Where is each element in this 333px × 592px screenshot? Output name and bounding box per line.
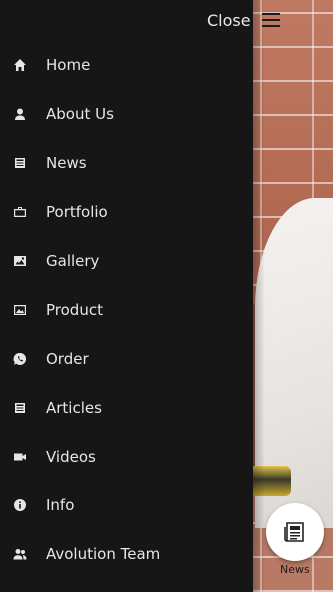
menu-item-label: Gallery: [46, 252, 100, 270]
menu-item-label: Order: [46, 349, 89, 368]
menu-item-label: Portfolio: [46, 203, 108, 222]
menu-item-gallery[interactable]: Gallery: [0, 237, 253, 286]
drawer-shadow: [253, 0, 265, 592]
menu-item-order[interactable]: Order: [0, 334, 253, 383]
menu-item-home[interactable]: Home: [0, 41, 253, 90]
whatsapp-icon: [13, 352, 27, 366]
menu-item-avolution-team[interactable]: Avolution Team: [0, 530, 253, 579]
drawer-menu: Home About Us News Portfolio Gallery Pro…: [0, 41, 253, 579]
menu-item-news[interactable]: News: [0, 139, 253, 188]
app-screen: Home About Us News Portfolio Gallery Pro…: [0, 0, 333, 592]
briefcase-icon: [13, 205, 27, 219]
articles-icon: [13, 401, 27, 415]
hamburger-icon[interactable]: [262, 13, 282, 29]
fab-label: News: [280, 563, 310, 576]
user-icon: [13, 107, 27, 121]
news-fab-button[interactable]: [266, 503, 324, 561]
menu-item-label: News: [46, 154, 87, 173]
home-icon: [13, 58, 27, 72]
navigation-drawer: Home About Us News Portfolio Gallery Pro…: [0, 0, 253, 592]
news-icon: [13, 156, 27, 170]
menu-item-articles[interactable]: Articles: [0, 383, 253, 432]
menu-item-info[interactable]: Info: [0, 481, 253, 530]
newspaper-icon: [284, 522, 304, 542]
team-icon: [13, 547, 27, 561]
close-button[interactable]: Close: [207, 10, 251, 32]
video-icon: [13, 450, 27, 464]
menu-item-portfolio[interactable]: Portfolio: [0, 188, 253, 237]
menu-item-videos[interactable]: Videos: [0, 432, 253, 481]
menu-item-label: Videos: [46, 447, 96, 466]
menu-item-label: Info: [46, 496, 75, 515]
menu-item-about-us[interactable]: About Us: [0, 90, 253, 139]
menu-item-product[interactable]: Product: [0, 285, 253, 334]
menu-item-label: Articles: [46, 398, 102, 417]
info-icon: [13, 498, 27, 512]
menu-item-label: About Us: [46, 105, 114, 124]
menu-item-label: Product: [46, 300, 103, 319]
image-icon: [13, 303, 27, 317]
gallery-icon: [13, 254, 27, 268]
menu-item-label: Home: [46, 56, 91, 75]
menu-item-label: Avolution Team: [46, 545, 161, 564]
